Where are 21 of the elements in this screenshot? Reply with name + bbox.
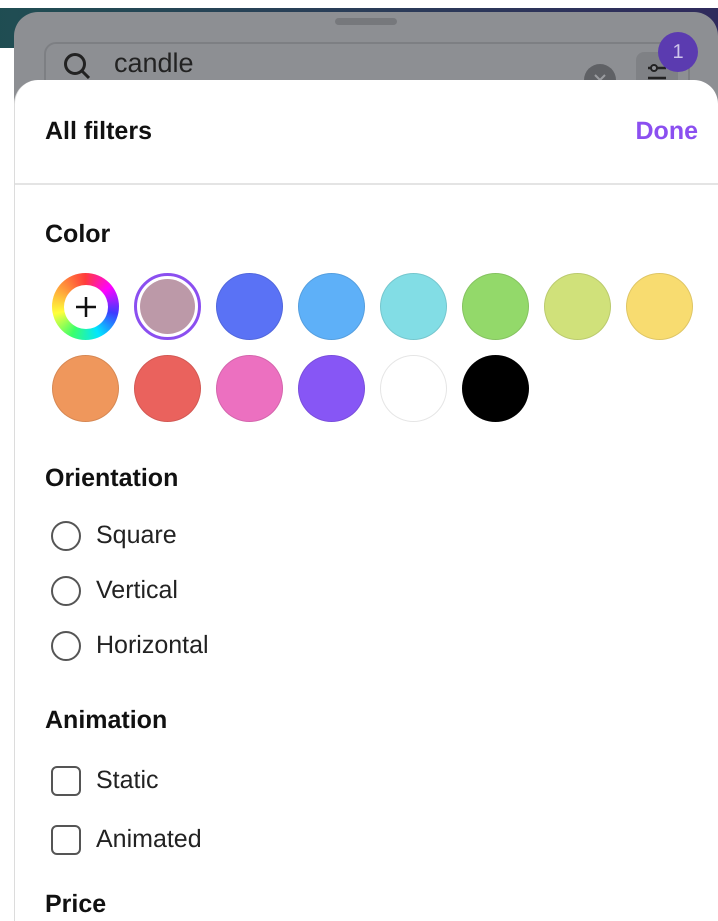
section-heading: Orientation (45, 463, 180, 493)
checkbox[interactable] (51, 824, 81, 854)
done-button[interactable]: Done (636, 112, 698, 150)
filter-count-badge: 1 (658, 32, 698, 72)
option-label: Square (96, 520, 177, 551)
section-heading: Animation (45, 705, 168, 735)
section-heading: Color (45, 219, 112, 249)
search-value: candle (114, 47, 194, 79)
sheet-title: All filters (45, 116, 152, 147)
checkbox[interactable] (51, 766, 81, 796)
section-heading: Price (45, 889, 108, 919)
selected-swatch-ring[interactable] (134, 273, 201, 340)
option-label: Horizontal (96, 630, 209, 661)
radio-button[interactable] (51, 576, 81, 606)
option-label: Static (96, 764, 159, 796)
plus-icon (74, 296, 96, 318)
radio-button[interactable] (51, 630, 81, 660)
option-label: Vertical (96, 574, 178, 606)
option-label: Animated (96, 824, 202, 855)
radio-button[interactable] (51, 520, 81, 550)
search-icon (64, 53, 90, 79)
